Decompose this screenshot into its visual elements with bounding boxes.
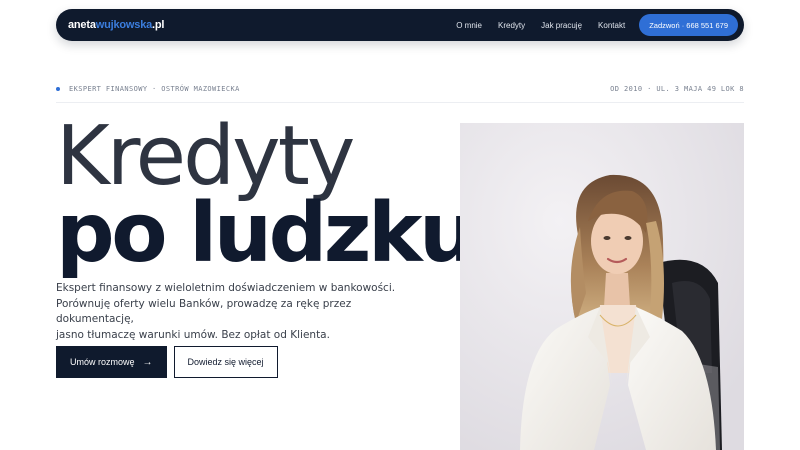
headline-line-2-text: po ludzku: [56, 186, 477, 281]
headline-line-2: po ludzku.: [56, 193, 505, 275]
nav-link-about[interactable]: O mnie: [456, 21, 482, 30]
bullet-dot-icon: [56, 87, 60, 91]
advisor-photo: [460, 123, 744, 450]
top-navbar: anetawujkowska.pl O mnie Kredyty Jak pra…: [56, 9, 744, 41]
arrow-right-icon: →: [142, 356, 153, 368]
schedule-call-label: Umów rozmowę: [70, 357, 135, 367]
nav-right: O mnie Kredyty Jak pracuję Kontakt Zadzw…: [456, 14, 738, 36]
site-logo[interactable]: anetawujkowska.pl: [68, 19, 164, 31]
nav-links: O mnie Kredyty Jak pracuję Kontakt: [456, 21, 625, 30]
meta-subtitle: EKSPERT FINANSOWY · OSTRÓW MAZOWIECKA: [69, 85, 240, 93]
hero-lead: Ekspert finansowy z wieloletnim doświadc…: [56, 281, 396, 343]
logo-text-first: aneta: [68, 19, 96, 31]
logo-text-accent: wujkowska: [95, 19, 153, 31]
nav-link-contact[interactable]: Kontakt: [598, 21, 625, 30]
divider: [56, 102, 744, 103]
advisor-portrait-illustration: [460, 123, 744, 450]
headline-line-1: Kredyty: [56, 109, 355, 204]
meta-left: EKSPERT FINANSOWY · OSTRÓW MAZOWIECKA: [56, 85, 240, 93]
schedule-call-button[interactable]: Umów rozmowę →: [56, 346, 167, 378]
nav-link-loans[interactable]: Kredyty: [498, 21, 525, 30]
hero-buttons: Umów rozmowę → Dowiedz się więcej: [56, 346, 278, 378]
logo-text-domain: .pl: [152, 19, 165, 31]
meta-address: OD 2010 · UL. 3 MAJA 49 LOK 8: [610, 85, 744, 93]
call-button[interactable]: Zadzwoń · 668 551 679: [639, 14, 738, 36]
lead-line-3: jasno tłumaczę warunki umów. Bez opłat o…: [56, 328, 330, 341]
lead-line-2: Porównuję oferty wielu Banków, prowadzę …: [56, 297, 352, 326]
learn-more-button[interactable]: Dowiedz się więcej: [173, 346, 278, 378]
lead-line-1: Ekspert finansowy z wieloletnim doświadc…: [56, 282, 396, 294]
hero-headline: Kredyty po ludzku.: [56, 109, 505, 275]
meta-row: EKSPERT FINANSOWY · OSTRÓW MAZOWIECKA OD…: [56, 85, 744, 93]
nav-link-how-i-work[interactable]: Jak pracuję: [541, 21, 582, 30]
